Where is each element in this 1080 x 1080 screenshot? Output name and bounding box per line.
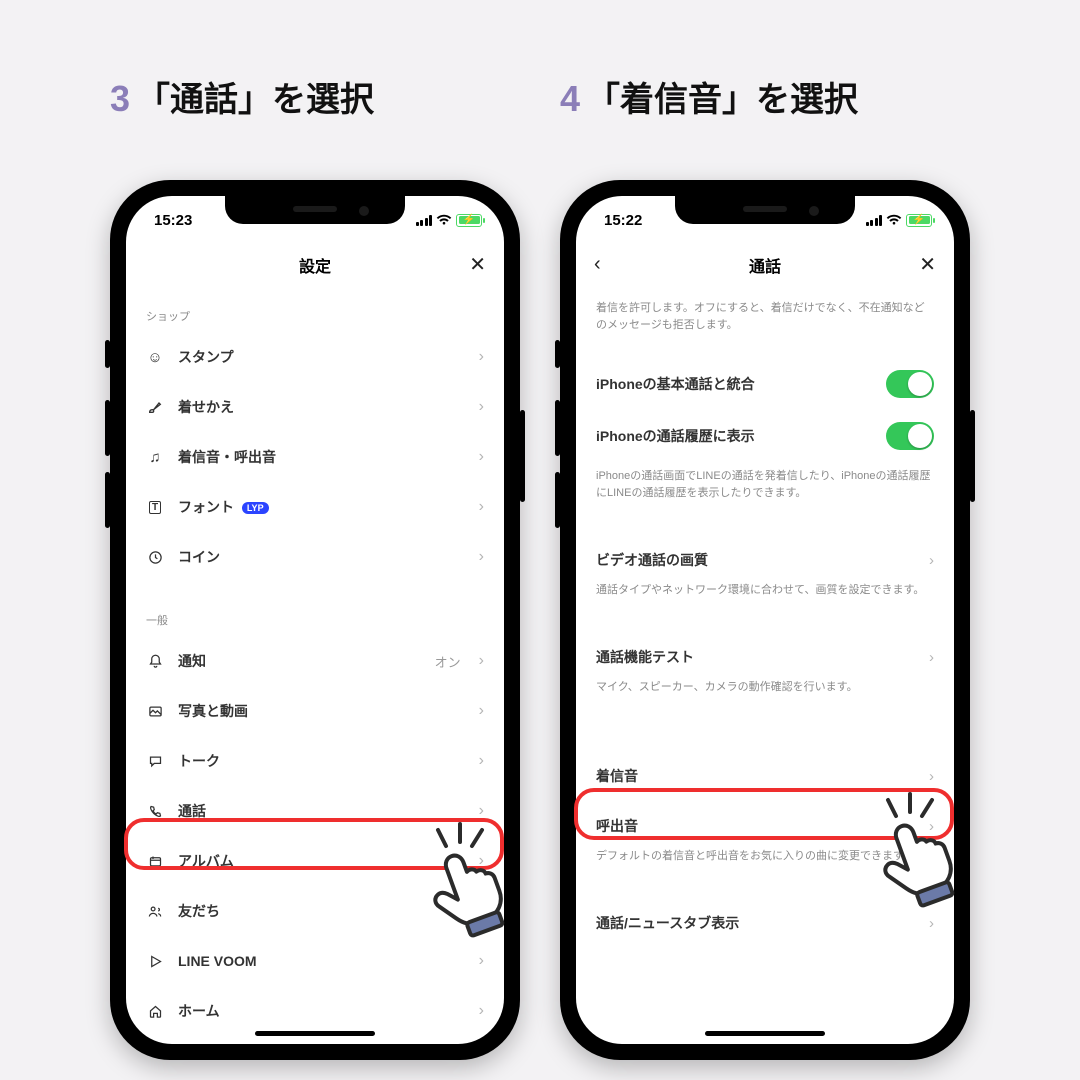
row-iphone-integration[interactable]: iPhoneの基本通話と統合 (576, 362, 954, 406)
font-icon: T (146, 501, 164, 514)
row-notification[interactable]: 通知 オン › (126, 636, 504, 686)
lyp-badge: LYP (242, 502, 269, 514)
wifi-icon (436, 214, 452, 226)
chevron-right-icon: › (479, 448, 484, 466)
coin-icon (146, 550, 164, 565)
section-label-general: 一般 (126, 594, 504, 636)
album-icon (146, 854, 164, 869)
chevron-right-icon: › (929, 915, 934, 932)
screen-header: 設定 ✕ (126, 240, 504, 290)
row-theme[interactable]: 着せかえ › (126, 382, 504, 432)
phone-mockup-right: 15:22 ⚡ ‹ 通話 ✕ 着信を許可します。オフにすると、着信だけでなく、不… (560, 180, 970, 1060)
chevron-right-icon: › (929, 649, 934, 666)
row-call-test[interactable]: 通話機能テスト › (576, 635, 954, 679)
row-home[interactable]: ホーム › (126, 986, 504, 1036)
header-title: 設定 (299, 253, 331, 277)
chevron-right-icon: › (479, 498, 484, 516)
caption-step-4: 4 「着信音」を選択 (560, 72, 858, 121)
section-label-shop: ショップ (126, 290, 504, 332)
incoming-permission-note: 着信を許可します。オフにすると、着信だけでなく、不在通知などのメッセージも拒否し… (576, 290, 954, 348)
call-test-note: マイク、スピーカー、カメラの動作確認を行います。 (576, 679, 954, 710)
chevron-right-icon: › (479, 952, 484, 970)
close-icon[interactable]: ✕ (919, 252, 936, 277)
battery-icon: ⚡ (456, 214, 482, 227)
row-font[interactable]: T フォント LYP › (126, 482, 504, 532)
row-stamp[interactable]: ☺ スタンプ › (126, 332, 504, 382)
home-indicator[interactable] (255, 1031, 375, 1036)
chevron-right-icon: › (479, 1002, 484, 1020)
step-number: 3 (110, 78, 130, 120)
battery-icon: ⚡ (906, 214, 932, 227)
chevron-right-icon: › (479, 752, 484, 770)
row-iphone-history[interactable]: iPhoneの通話履歴に表示 (576, 414, 954, 458)
chevron-right-icon: › (479, 802, 484, 820)
step-text: 「通話」を選択 (136, 72, 374, 121)
step-text: 「着信音」を選択 (586, 72, 858, 121)
signal-icon (416, 215, 433, 226)
back-icon[interactable]: ‹ (594, 253, 601, 276)
home-icon (146, 1004, 164, 1019)
header-title: 通話 (749, 253, 781, 277)
music-icon: ♫ (146, 449, 164, 466)
step-number: 4 (560, 78, 580, 120)
chevron-right-icon: › (929, 768, 934, 785)
home-indicator[interactable] (705, 1031, 825, 1036)
iphone-integration-note: iPhoneの通話画面でLINEの通話を発着信したり、iPhoneの通話履歴にL… (576, 458, 954, 516)
row-coin[interactable]: コイン › (126, 532, 504, 582)
tutorial-stage: 3 「通話」を選択 4 「着信音」を選択 15:23 ⚡ 設定 ✕ シ (0, 0, 1080, 1080)
tap-finger-icon (860, 792, 980, 912)
wifi-icon (886, 214, 902, 226)
row-voom[interactable]: LINE VOOM › (126, 936, 504, 986)
screen-header: ‹ 通話 ✕ (576, 240, 954, 290)
chevron-right-icon: › (479, 702, 484, 720)
chevron-right-icon: › (479, 548, 484, 566)
brush-icon (146, 399, 164, 415)
chevron-right-icon: › (479, 348, 484, 366)
row-talk[interactable]: トーク › (126, 736, 504, 786)
bell-icon (146, 654, 164, 669)
friends-icon (146, 904, 164, 919)
tap-finger-icon (410, 822, 530, 942)
phone-icon (146, 804, 164, 819)
smiley-icon: ☺ (146, 349, 164, 366)
chevron-right-icon: › (479, 652, 484, 670)
status-time: 15:23 (154, 212, 192, 229)
toggle-switch[interactable] (886, 370, 934, 398)
phone-mockup-left: 15:23 ⚡ 設定 ✕ ショップ ☺ スタンプ › (110, 180, 520, 1060)
play-icon (146, 954, 164, 969)
chat-icon (146, 754, 164, 769)
toggle-switch[interactable] (886, 422, 934, 450)
signal-icon (866, 215, 883, 226)
close-icon[interactable]: ✕ (469, 252, 486, 277)
image-icon (146, 704, 164, 719)
call-settings: 着信を許可します。オフにすると、着信だけでなく、不在通知などのメッセージも拒否し… (576, 290, 954, 1044)
chevron-right-icon: › (479, 398, 484, 416)
caption-step-3: 3 「通話」を選択 (110, 72, 374, 121)
row-photo-video[interactable]: 写真と動画 › (126, 686, 504, 736)
status-time: 15:22 (604, 212, 642, 229)
row-ringtone[interactable]: ♫ 着信音・呼出音 › (126, 432, 504, 482)
chevron-right-icon: › (929, 552, 934, 569)
row-video-quality[interactable]: ビデオ通話の画質 › (576, 538, 954, 582)
video-quality-note: 通話タイプやネットワーク環境に合わせて、画質を設定できます。 (576, 582, 954, 613)
